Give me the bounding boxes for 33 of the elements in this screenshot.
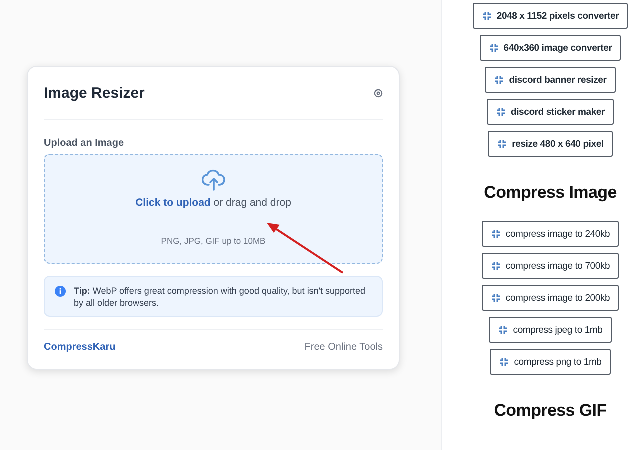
shrink-icon	[490, 229, 501, 239]
shrink-icon	[482, 11, 492, 21]
tool-link[interactable]: compress jpeg to 1mb	[489, 317, 612, 343]
shrink-icon	[499, 357, 510, 367]
tagline: Free Online Tools	[304, 342, 383, 352]
info-icon	[55, 286, 66, 297]
brand-link[interactable]: CompressKaru	[44, 342, 116, 352]
upload-hint: PNG, JPG, GIF up to 10MB	[161, 236, 266, 246]
shrink-icon	[497, 139, 508, 149]
upload-instruction: Click to upload or drag and drop	[136, 197, 292, 209]
shrink-icon	[488, 43, 499, 53]
tool-link[interactable]: compress png to 1mb	[490, 349, 611, 375]
tip-text: Tip: WebP offers great compression with good quality, but isn't supported by all older browsers.	[74, 285, 367, 309]
shrink-icon	[490, 293, 501, 303]
tool-link[interactable]: compress image to 700kb	[482, 253, 620, 279]
tool-link[interactable]: compress image to 240kb	[482, 221, 620, 247]
shrink-icon	[490, 261, 501, 271]
tool-link[interactable]: resize 480 x 640 pixel	[488, 131, 613, 157]
tool-link[interactable]: 2048 x 1152 pixels converter	[472, 3, 628, 29]
cloud-upload-icon	[202, 169, 226, 191]
card-title: Image Resizer	[44, 84, 145, 102]
shrink-icon	[498, 325, 508, 335]
tool-link[interactable]: discord sticker maker	[486, 99, 614, 125]
section-heading: Compress GIF	[494, 401, 607, 421]
shrink-icon	[496, 107, 506, 117]
settings-icon[interactable]	[374, 88, 383, 98]
shrink-icon	[494, 75, 504, 85]
tool-link[interactable]: discord banner resizer	[485, 67, 616, 93]
tool-link[interactable]: compress image to 200kb	[482, 285, 620, 311]
upload-dropzone[interactable]: Click to upload or drag and drop PNG, JPG, GIF up to 10MB	[44, 154, 383, 264]
upload-label: Upload an Image	[44, 138, 126, 149]
tool-link[interactable]: 640x360 image converter	[480, 35, 622, 61]
section-heading: Compress Image	[484, 183, 617, 203]
